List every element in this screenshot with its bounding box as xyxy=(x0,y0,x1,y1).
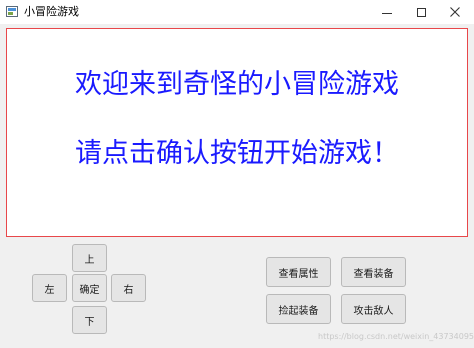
attack-enemy-button[interactable]: 攻击敌人 xyxy=(341,294,406,324)
view-attributes-button[interactable]: 查看属性 xyxy=(266,257,331,287)
instruction-message: 请点击确认按钮开始游戏！ xyxy=(75,138,399,169)
watermark: https://blog.csdn.net/weixin_43734095 xyxy=(318,332,474,341)
maximize-button[interactable] xyxy=(404,0,438,24)
view-equipment-button[interactable]: 查看装备 xyxy=(341,257,406,287)
close-button[interactable] xyxy=(438,0,472,24)
down-button[interactable]: 下 xyxy=(72,306,107,334)
welcome-message: 欢迎来到奇怪的小冒险游戏 xyxy=(75,69,399,100)
up-button[interactable]: 上 xyxy=(72,244,107,272)
maximize-icon xyxy=(416,7,426,17)
app-icon xyxy=(6,6,18,17)
message-display: 欢迎来到奇怪的小冒险游戏 请点击确认按钮开始游戏！ xyxy=(6,28,468,237)
right-button[interactable]: 右 xyxy=(111,274,146,302)
confirm-button[interactable]: 确定 xyxy=(72,274,107,302)
pick-up-equipment-button[interactable]: 捡起装备 xyxy=(266,294,331,324)
minimize-icon xyxy=(382,12,392,14)
left-button[interactable]: 左 xyxy=(32,274,67,302)
close-icon xyxy=(450,7,460,17)
window-title: 小冒险游戏 xyxy=(24,5,79,18)
app-window: 小冒险游戏 欢迎来到奇怪的小冒险游戏 请点击确认按钮开始游戏！ 上 左 确定 右… xyxy=(0,0,474,348)
title-bar: 小冒险游戏 xyxy=(0,0,474,24)
minimize-button[interactable] xyxy=(370,0,404,24)
